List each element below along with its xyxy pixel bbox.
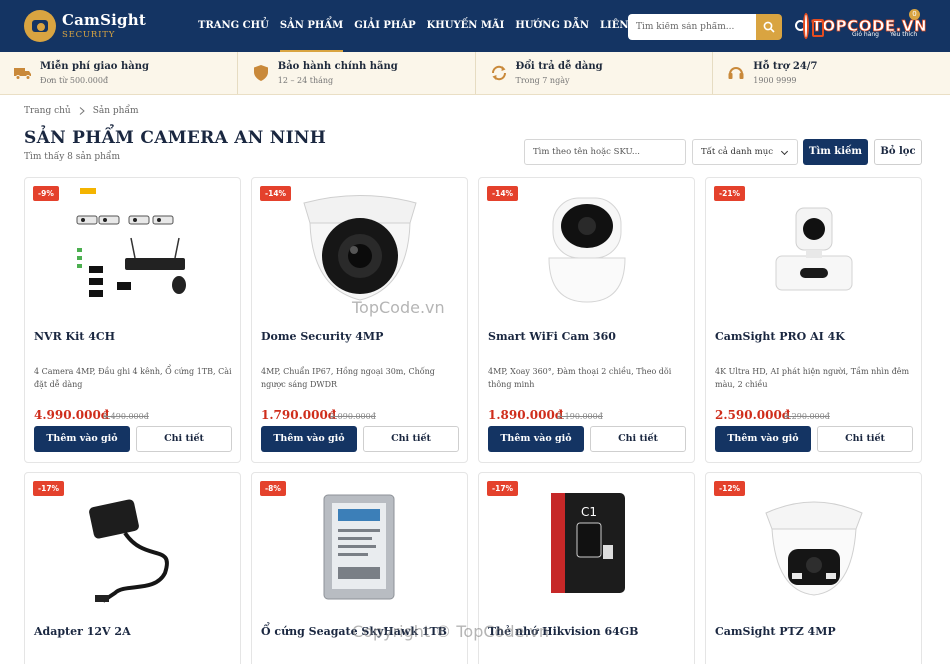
breadcrumb-current: Sản phẩm xyxy=(92,106,139,116)
feature-subtitle: 1900 9999 xyxy=(753,76,797,85)
product-card[interactable]: -12% CamSight PTZ 4MP xyxy=(705,472,922,664)
product-search-input[interactable] xyxy=(524,139,686,165)
category-select-value: Tất cả danh mục xyxy=(701,147,773,157)
product-description: 4K Ultra HD, AI phát hiện người, Tầm nhì… xyxy=(715,367,910,389)
brand-tagline: SECURITY xyxy=(62,30,116,40)
product-description: 4MP, Chuẩn IP67, Hồng ngoại 30m, Chống n… xyxy=(261,367,435,389)
discount-badge: -14% xyxy=(260,186,292,201)
site-header: CamSight SECURITY TRANG CHỦ SẢN PHẨM GIẢ… xyxy=(0,0,950,52)
breadcrumb: Trang chủ Sản phẩm xyxy=(24,106,139,116)
product-card[interactable]: -14% Dome Security 4MP 4MP, Chuẩn IP67, … xyxy=(251,177,468,463)
detail-button[interactable]: Chi tiết xyxy=(817,426,913,452)
product-card[interactable]: -17% Adapter 12V 2A xyxy=(24,472,241,664)
product-price: 2.590.000đ xyxy=(715,408,791,422)
feature-subtitle: 12 – 24 tháng xyxy=(277,76,334,85)
svg-text:C1: C1 xyxy=(581,505,597,519)
header-search-input[interactable] xyxy=(628,14,756,40)
topcode-logo-icon xyxy=(803,13,823,39)
add-to-cart-button[interactable]: Thêm vào giỏ xyxy=(261,426,357,452)
main-nav: TRANG CHỦ SẢN PHẨM GIẢI PHÁP KHUYẾN MÃI … xyxy=(198,0,649,52)
product-card[interactable]: -14% Smart WiFi Cam 360 4MP, Xoay 360°, … xyxy=(478,177,695,463)
add-to-cart-button[interactable]: Thêm vào giỏ xyxy=(34,426,130,452)
product-name[interactable]: Dome Security 4MP xyxy=(261,330,383,343)
brand-name[interactable]: CamSight xyxy=(62,11,146,29)
nav-solutions[interactable]: GIẢI PHÁP xyxy=(354,0,415,52)
product-description: 4MP, Xoay 360°, Đàm thoại 2 chiều, Theo … xyxy=(488,367,672,389)
favorites-label[interactable]: Yêu thích xyxy=(890,31,917,38)
product-card[interactable]: -8% Ổ cứng Seagate SkyHawk 1TB xyxy=(251,472,468,664)
product-card[interactable]: -21% CamSight PRO AI 4K 4K Ultra HD, AI … xyxy=(705,177,922,463)
add-to-cart-button[interactable]: Thêm vào giỏ xyxy=(488,426,584,452)
shield-icon xyxy=(253,65,268,81)
chevron-down-icon xyxy=(780,147,789,156)
product-description: 4 Camera 4MP, Đầu ghi 4 kênh, Ổ cứng 1TB… xyxy=(34,367,232,389)
breadcrumb-home[interactable]: Trang chủ xyxy=(24,106,71,116)
detail-button[interactable]: Chi tiết xyxy=(136,426,232,452)
product-name[interactable]: Adapter 12V 2A xyxy=(34,625,131,638)
chevron-right-icon xyxy=(79,107,85,115)
product-name[interactable]: NVR Kit 4CH xyxy=(34,330,115,343)
discount-badge: -14% xyxy=(487,186,519,201)
discount-badge: -17% xyxy=(33,481,65,496)
feature-subtitle: Đơn từ 500.000đ xyxy=(40,76,109,85)
discount-badge: -8% xyxy=(260,481,286,496)
product-card[interactable]: -9% NVR Kit 4CH 4 Camera 4MP, Đầu ghi 4 … xyxy=(24,177,241,463)
header-search-button[interactable] xyxy=(756,14,782,40)
discount-badge: -9% xyxy=(33,186,59,201)
product-name[interactable]: CamSight PRO AI 4K xyxy=(715,330,845,343)
product-name[interactable]: Smart WiFi Cam 360 xyxy=(488,330,616,343)
product-old-price: 2.090.000đ xyxy=(330,412,376,421)
product-name[interactable]: Ổ cứng Seagate SkyHawk 1TB xyxy=(261,625,447,638)
feature-subtitle: Trong 7 ngày xyxy=(515,76,570,85)
product-name[interactable]: Thẻ nhớ Hikvision 64GB xyxy=(488,625,638,638)
discount-badge: -17% xyxy=(487,481,519,496)
feature-title: Miễn phí giao hàng xyxy=(40,61,149,72)
feature-title: Hỗ trợ 24/7 xyxy=(753,61,818,72)
discount-badge: -12% xyxy=(714,481,746,496)
page-title: SẢN PHẨM CAMERA AN NINH xyxy=(24,128,327,148)
refresh-icon xyxy=(491,65,506,81)
product-old-price: 5.490.000đ xyxy=(103,412,149,421)
nav-products[interactable]: SẢN PHẨM xyxy=(279,0,344,52)
product-price: 1.790.000đ xyxy=(261,408,337,422)
category-select[interactable]: Tất cả danh mục xyxy=(692,139,798,165)
truck-icon xyxy=(14,68,31,80)
detail-button[interactable]: Chi tiết xyxy=(363,426,459,452)
search-icon xyxy=(763,21,775,33)
reset-filter-button[interactable]: Bỏ lọc xyxy=(874,139,922,165)
favorites-count-badge: 0 xyxy=(909,9,920,20)
nav-home[interactable]: TRANG CHỦ xyxy=(198,0,269,52)
feature-title: Đổi trả dễ dàng xyxy=(515,61,603,72)
product-price: 4.990.000đ xyxy=(34,408,110,422)
product-old-price: 2.190.000đ xyxy=(557,412,603,421)
headset-icon xyxy=(728,67,744,79)
feature-returns: Đổi trả dễ dàng Trong 7 ngày xyxy=(476,52,714,94)
product-price: 1.890.000đ xyxy=(488,408,564,422)
nav-promotions[interactable]: KHUYẾN MÃI xyxy=(427,0,505,52)
feature-support: Hỗ trợ 24/7 1900 9999 xyxy=(713,52,950,94)
search-button[interactable]: Tìm kiếm xyxy=(803,139,868,165)
product-old-price: 3.290.000đ xyxy=(784,412,830,421)
feature-free-shipping: Miễn phí giao hàng Đơn từ 500.000đ xyxy=(0,52,238,94)
discount-badge: -21% xyxy=(714,186,746,201)
add-to-cart-button[interactable]: Thêm vào giỏ xyxy=(715,426,811,452)
feature-title: Bảo hành chính hãng xyxy=(277,61,398,72)
feature-warranty: Bảo hành chính hãng 12 – 24 tháng xyxy=(238,52,476,94)
result-count: Tìm thấy 8 sản phẩm xyxy=(24,152,120,162)
detail-button[interactable]: Chi tiết xyxy=(590,426,686,452)
feature-bar: Miễn phí giao hàng Đơn từ 500.000đ Bảo h… xyxy=(0,52,950,95)
nav-guides[interactable]: HƯỚNG DẪN xyxy=(515,0,589,52)
product-name[interactable]: CamSight PTZ 4MP xyxy=(715,625,836,638)
camera-logo-icon[interactable] xyxy=(24,10,56,42)
cart-label[interactable]: Giỏ hàng xyxy=(852,31,879,38)
product-card[interactable]: -17% C1 Thẻ nhớ Hikvision 64GB xyxy=(478,472,695,664)
